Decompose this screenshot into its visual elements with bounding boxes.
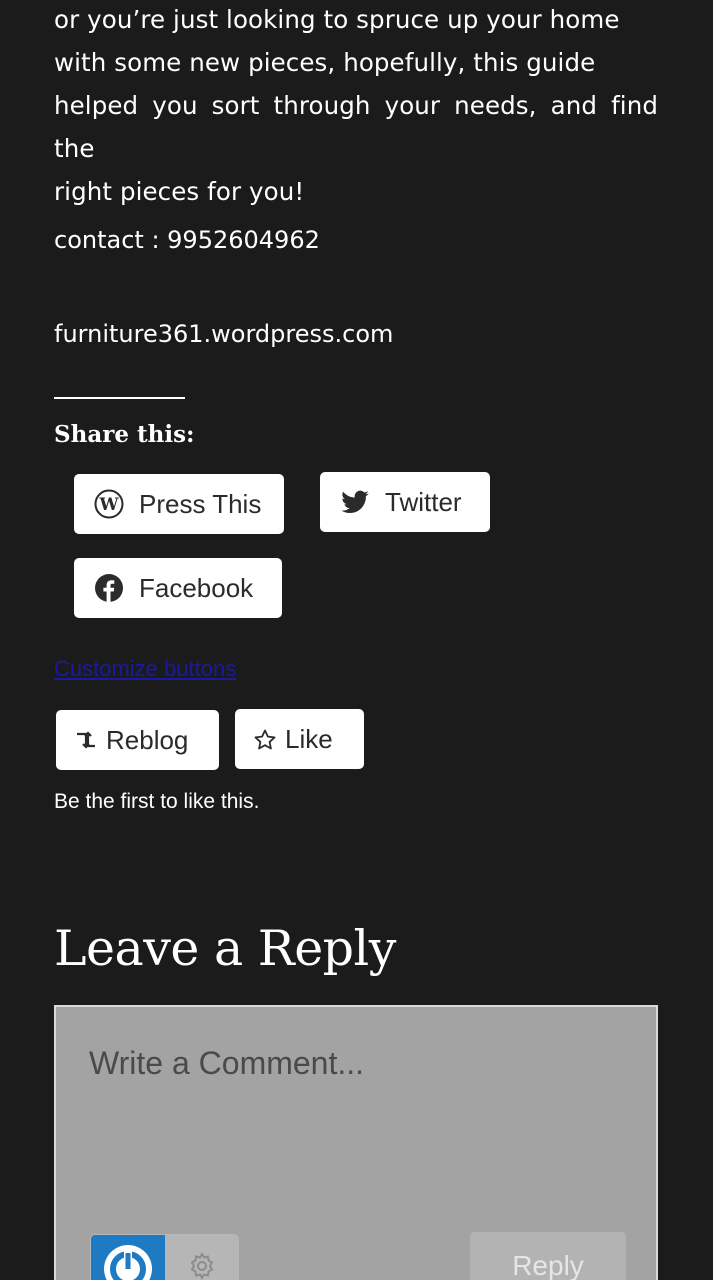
like-label: Like [285,723,333,754]
reply-submit-button[interactable]: Reply [470,1232,626,1280]
leave-reply-heading: Leave a Reply [54,920,396,977]
gear-icon[interactable] [186,1250,218,1280]
share-button-label: Facebook [139,572,254,603]
contact-text: contact : 9952604962 [54,226,320,254]
share-twitter-button[interactable]: Twitter [320,472,490,532]
article-closing-paragraph: or you’re just looking to spruce up your… [54,0,658,213]
twitter-icon [340,487,370,517]
share-facebook-button[interactable]: Facebook [74,558,282,618]
share-press-this-button[interactable]: W Press This [74,474,284,534]
reblog-icon [74,728,98,752]
share-button-label: Press This [139,488,262,519]
divider [54,397,185,399]
login-options[interactable] [90,1234,239,1280]
svg-text:W: W [98,495,119,515]
paragraph-line: with some new pieces, hopefully, this gu… [54,48,596,77]
website-text: furniture361.wordpress.com [54,320,394,348]
likes-count-text: Be the first to like this. [54,790,260,813]
wordpress-login-icon[interactable] [91,1235,165,1280]
facebook-icon [94,573,124,603]
paragraph-line: helped you sort through your needs, and … [54,91,658,163]
comment-placeholder: Write a Comment... [89,1045,365,1081]
share-button-label: Twitter [385,486,462,517]
share-heading: Share this: [54,421,195,448]
reblog-button[interactable]: Reblog [56,710,219,770]
like-button[interactable]: Like [235,709,364,769]
customize-buttons-link[interactable]: Customize buttons [54,655,236,683]
comment-textarea[interactable]: Write a Comment... Reply [54,1005,658,1280]
reblog-label: Reblog [106,724,189,755]
wordpress-icon: W [94,489,124,519]
paragraph-line: right pieces for you! [54,177,305,206]
star-icon [253,727,277,751]
paragraph-line: or you’re just looking to spruce up your… [54,5,620,34]
